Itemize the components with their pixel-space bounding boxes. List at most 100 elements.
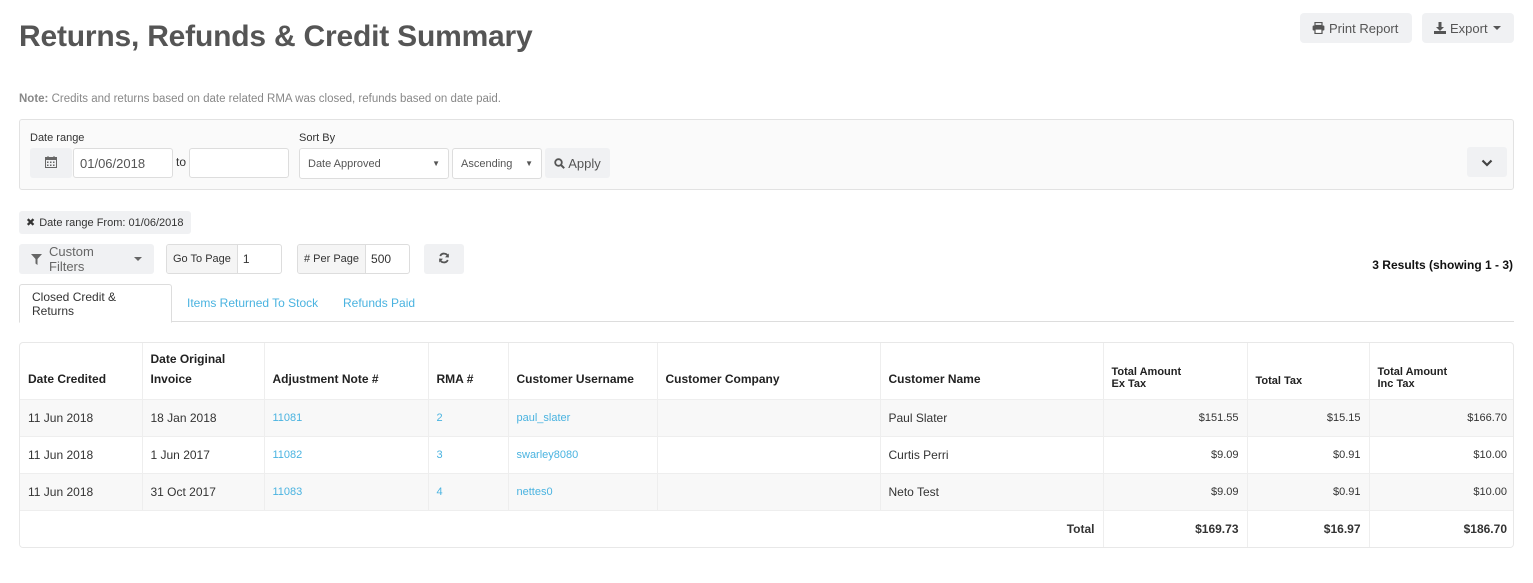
sort-order-value: Ascending [461, 157, 513, 170]
table-header-row: Date Credited Date Original Invoice Adjus… [20, 343, 1513, 399]
cell-total-ex-tax: $9.09 [1103, 472, 1248, 510]
cell-customer-name: Neto Test [880, 472, 1104, 510]
per-page-group: # Per Page 500 [297, 244, 410, 274]
printer-icon [1312, 22, 1325, 34]
cell-total-ex-tax: $9.09 [1103, 435, 1248, 473]
sort-by-value: Date Approved [308, 157, 381, 170]
date-to-separator: to [176, 155, 187, 169]
cell-date-original-invoice: 18 Jan 2018 [142, 398, 265, 436]
customer-username-link[interactable]: paul_slater [508, 398, 658, 436]
goto-page-label: Go To Page [167, 245, 238, 273]
active-filter-label: Date range From: 01/06/2018 [39, 216, 184, 229]
cell-customer-name: Curtis Perri [880, 435, 1104, 473]
header-customer-name[interactable]: Customer Name [880, 343, 1104, 399]
table-totals-row: Total $169.73 $16.97 $186.70 [20, 509, 1513, 547]
caret-down-icon [134, 257, 142, 261]
goto-page-input[interactable]: 1 [237, 245, 255, 273]
total-ex-tax: $169.73 [1103, 509, 1248, 547]
header-date-credited[interactable]: Date Credited [20, 343, 143, 399]
sort-by-select[interactable]: Date Approved ▼ [299, 148, 449, 179]
tab-refunds-paid[interactable]: Refunds Paid [331, 284, 427, 322]
goto-page-group: Go To Page 1 [166, 244, 282, 274]
sort-order-select[interactable]: Ascending ▼ [452, 148, 542, 179]
refresh-icon [438, 252, 450, 267]
cell-date-original-invoice: 31 Oct 2017 [142, 472, 265, 510]
rma-link[interactable]: 2 [428, 398, 509, 436]
note-prefix: Note: [19, 93, 49, 105]
results-count: 3 Results (showing 1 - 3) [1372, 258, 1513, 272]
cell-total-inc-tax: $166.70 [1369, 398, 1513, 436]
chevron-down-icon [1481, 155, 1493, 170]
dropdown-arrow-icon: ▼ [432, 159, 440, 168]
per-page-label: # Per Page [298, 245, 367, 273]
header-rma[interactable]: RMA # [428, 343, 509, 399]
cell-date-credited: 11 Jun 2018 [20, 472, 143, 510]
cell-total-inc-tax: $10.00 [1369, 472, 1513, 510]
calendar-button[interactable] [30, 148, 72, 178]
tab-closed-credit-returns[interactable]: Closed Credit & Returns [19, 284, 172, 323]
date-from-input[interactable]: 01/06/2018 [73, 148, 173, 178]
search-icon [554, 157, 566, 169]
customer-username-link[interactable]: swarley8080 [508, 435, 658, 473]
customer-username-link[interactable]: nettes0 [508, 472, 658, 510]
results-table: Date Credited Date Original Invoice Adjus… [19, 342, 1514, 548]
refresh-button[interactable] [424, 244, 464, 274]
table-row: 11 Jun 2018 18 Jan 2018 11081 2 paul_sla… [20, 398, 1513, 436]
active-filter-chip[interactable]: ✖ Date range From: 01/06/2018 [19, 211, 191, 234]
print-report-label: Print Report [1329, 20, 1399, 36]
cell-date-original-invoice: 1 Jun 2017 [142, 435, 265, 473]
print-report-button[interactable]: Print Report [1300, 13, 1412, 43]
table-row: 11 Jun 2018 1 Jun 2017 11082 3 swarley80… [20, 435, 1513, 473]
header-date-original-invoice[interactable]: Date Original Invoice [142, 343, 265, 399]
per-page-input[interactable]: 500 [366, 245, 397, 273]
export-button[interactable]: Export [1422, 13, 1514, 43]
download-icon [1434, 22, 1446, 34]
page-title: Returns, Refunds & Credit Summary [19, 20, 533, 53]
cell-total-tax: $0.91 [1247, 472, 1370, 510]
adjustment-note-link[interactable]: 11081 [264, 398, 429, 436]
header-total-inc-tax[interactable]: Total Amount Inc Tax [1369, 343, 1513, 399]
date-to-input[interactable] [189, 148, 289, 178]
header-date-original-invoice-line1: Date Original [150, 351, 226, 366]
date-range-label: Date range [30, 132, 85, 144]
report-note: Note: Credits and returns based on date … [19, 93, 501, 105]
header-total-ex-tax[interactable]: Total Amount Ex Tax [1103, 343, 1248, 399]
header-total-ex-tax-line2: Ex Tax [1111, 377, 1147, 390]
header-customer-username[interactable]: Customer Username [508, 343, 658, 399]
cell-total-ex-tax: $151.55 [1103, 398, 1248, 436]
close-icon[interactable]: ✖ [26, 216, 35, 229]
total-inc-tax: $186.70 [1369, 509, 1513, 547]
tab-items-returned-to-stock[interactable]: Items Returned To Stock [175, 284, 330, 322]
cell-total-inc-tax: $10.00 [1369, 435, 1513, 473]
cell-total-tax: $15.15 [1247, 398, 1370, 436]
caret-down-icon [1492, 26, 1501, 30]
export-label: Export [1450, 20, 1488, 36]
sort-by-label: Sort By [299, 132, 336, 144]
collapse-filters-button[interactable] [1467, 147, 1507, 177]
calendar-icon [45, 155, 57, 171]
cell-customer-company [657, 398, 881, 436]
table-row: 11 Jun 2018 31 Oct 2017 11083 4 nettes0 … [20, 472, 1513, 510]
custom-filters-button[interactable]: Custom Filters [19, 244, 154, 274]
note-text: Credits and returns based on date relate… [48, 93, 502, 105]
cell-customer-company [657, 472, 881, 510]
adjustment-note-link[interactable]: 11082 [264, 435, 429, 473]
header-total-tax[interactable]: Total Tax [1247, 343, 1370, 399]
header-customer-company[interactable]: Customer Company [657, 343, 881, 399]
filter-icon [31, 253, 42, 265]
report-tabs: Closed Credit & Returns Items Returned T… [19, 284, 1514, 323]
totals-label: Total [20, 509, 1104, 547]
adjustment-note-link[interactable]: 11083 [264, 472, 429, 510]
rma-link[interactable]: 4 [428, 472, 509, 510]
cell-customer-company [657, 435, 881, 473]
rma-link[interactable]: 3 [428, 435, 509, 473]
cell-date-credited: 11 Jun 2018 [20, 435, 143, 473]
apply-button[interactable]: Apply [545, 148, 610, 178]
dropdown-arrow-icon: ▼ [525, 159, 533, 168]
header-total-inc-tax-line1: Total Amount [1377, 365, 1448, 378]
apply-label: Apply [568, 155, 601, 171]
filter-panel: Date range 01/06/2018 to Sort By Date Ap… [19, 119, 1514, 190]
header-date-original-invoice-line2: Invoice [150, 371, 192, 386]
header-adjustment-note[interactable]: Adjustment Note # [264, 343, 429, 399]
cell-total-tax: $0.91 [1247, 435, 1370, 473]
